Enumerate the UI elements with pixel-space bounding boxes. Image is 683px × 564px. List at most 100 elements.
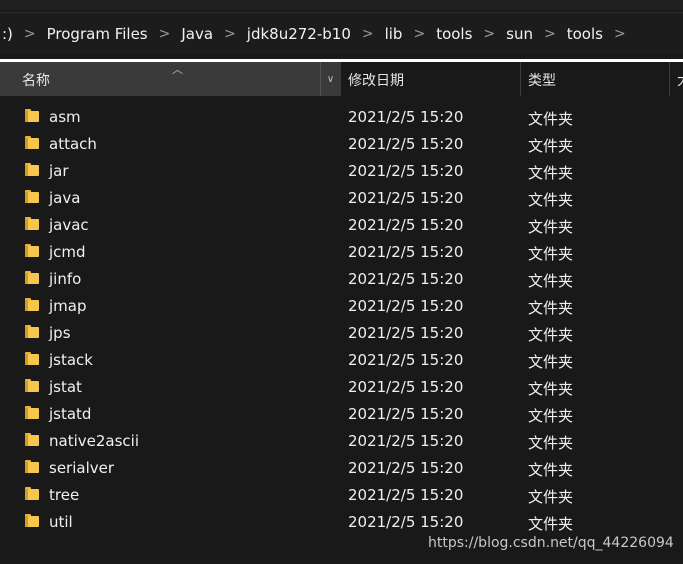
column-header-row: ︿ 名称 ∨ 修改日期 类型 大	[0, 62, 683, 96]
file-type: 文件夹	[528, 218, 574, 236]
column-header-name[interactable]: ︿ 名称 ∨	[0, 62, 341, 96]
file-date-modified: 2021/2/5 15:20	[348, 513, 464, 531]
file-name: jstat	[49, 378, 82, 396]
address-bar[interactable]: :) > Program Files > Java > jdk8u272-b10 > lib > t…	[0, 12, 683, 54]
breadcrumb-item[interactable]: Program Files	[45, 25, 150, 43]
file-date-modified: 2021/2/5 15:20	[348, 135, 464, 153]
file-row[interactable]: tree 2021/2/5 15:20 文件夹	[0, 481, 683, 508]
sort-ascending-icon: ︿	[172, 63, 183, 76]
file-row[interactable]: native2ascii 2021/2/5 15:20 文件夹	[0, 427, 683, 454]
file-row[interactable]: util 2021/2/5 15:20 文件夹	[0, 508, 683, 535]
breadcrumb-item[interactable]: Java	[179, 25, 215, 43]
file-date-modified: 2021/2/5 15:20	[348, 432, 464, 450]
chevron-down-icon[interactable]: ∨	[320, 62, 340, 96]
file-row[interactable]: java 2021/2/5 15:20 文件夹	[0, 184, 683, 211]
file-name: jmap	[49, 297, 87, 315]
file-type: 文件夹	[528, 434, 574, 452]
folder-icon	[25, 190, 40, 203]
file-date-modified: 2021/2/5 15:20	[348, 243, 464, 261]
file-type: 文件夹	[528, 137, 574, 155]
file-row[interactable]: jstack 2021/2/5 15:20 文件夹	[0, 346, 683, 373]
file-name: java	[49, 189, 81, 207]
file-name: jstatd	[49, 405, 92, 423]
file-name: jar	[49, 162, 69, 180]
file-row[interactable]: jar 2021/2/5 15:20 文件夹	[0, 157, 683, 184]
folder-icon	[25, 325, 40, 338]
folder-icon	[25, 514, 40, 527]
file-type: 文件夹	[528, 380, 574, 398]
file-type: 文件夹	[528, 191, 574, 209]
file-name: jps	[49, 324, 71, 342]
file-type: 文件夹	[528, 272, 574, 290]
folder-icon	[25, 379, 40, 392]
file-row[interactable]: jps 2021/2/5 15:20 文件夹	[0, 319, 683, 346]
file-row[interactable]: attach 2021/2/5 15:20 文件夹	[0, 130, 683, 157]
file-date-modified: 2021/2/5 15:20	[348, 189, 464, 207]
file-row[interactable]: jmap 2021/2/5 15:20 文件夹	[0, 292, 683, 319]
folder-icon	[25, 460, 40, 473]
file-type: 文件夹	[528, 488, 574, 506]
column-header-type-label: 类型	[528, 73, 556, 89]
file-name: native2ascii	[49, 432, 139, 450]
file-list: asm 2021/2/5 15:20 文件夹 attach 2021/2/5 15:20…	[0, 103, 683, 535]
file-type: 文件夹	[528, 407, 574, 425]
breadcrumb-item[interactable]: sun	[504, 25, 535, 43]
column-header-type[interactable]: 类型	[521, 62, 670, 96]
folder-icon	[25, 217, 40, 230]
folder-icon	[25, 163, 40, 176]
folder-icon	[25, 487, 40, 500]
column-header-size[interactable]: 大	[670, 62, 683, 96]
chevron-right-icon[interactable]: >	[159, 26, 171, 42]
breadcrumb: :) > Program Files > Java > jdk8u272-b10 > lib > t…	[0, 13, 635, 55]
column-header-name-label: 名称	[22, 73, 50, 89]
file-row[interactable]: jstatd 2021/2/5 15:20 文件夹	[0, 400, 683, 427]
breadcrumb-item[interactable]: tools	[565, 25, 605, 43]
file-date-modified: 2021/2/5 15:20	[348, 297, 464, 315]
file-row[interactable]: jcmd 2021/2/5 15:20 文件夹	[0, 238, 683, 265]
file-date-modified: 2021/2/5 15:20	[348, 486, 464, 504]
file-name: jcmd	[49, 243, 86, 261]
column-header-size-label: 大	[677, 70, 683, 90]
folder-icon	[25, 109, 40, 122]
chevron-right-icon[interactable]: >	[483, 26, 495, 42]
file-type: 文件夹	[528, 326, 574, 344]
file-row[interactable]: serialver 2021/2/5 15:20 文件夹	[0, 454, 683, 481]
breadcrumb-item[interactable]: jdk8u272-b10	[245, 25, 353, 43]
file-type: 文件夹	[528, 353, 574, 371]
folder-icon	[25, 433, 40, 446]
column-header-date[interactable]: 修改日期	[341, 62, 521, 96]
chevron-right-icon[interactable]: >	[614, 26, 626, 42]
file-date-modified: 2021/2/5 15:20	[348, 324, 464, 342]
breadcrumb-item[interactable]: lib	[383, 25, 405, 43]
file-name: javac	[49, 216, 89, 234]
folder-icon	[25, 244, 40, 257]
folder-icon	[25, 406, 40, 419]
file-name: jstack	[49, 351, 93, 369]
file-row[interactable]: jinfo 2021/2/5 15:20 文件夹	[0, 265, 683, 292]
file-name: jinfo	[49, 270, 82, 288]
file-type: 文件夹	[528, 515, 574, 533]
chevron-right-icon[interactable]: >	[362, 26, 374, 42]
chevron-right-icon[interactable]: >	[24, 26, 36, 42]
chevron-right-icon[interactable]: >	[544, 26, 556, 42]
file-type: 文件夹	[528, 299, 574, 317]
folder-icon	[25, 136, 40, 149]
breadcrumb-item[interactable]: :)	[0, 25, 15, 43]
file-type: 文件夹	[528, 461, 574, 479]
chevron-right-icon[interactable]: >	[413, 26, 425, 42]
title-strip	[0, 0, 683, 10]
file-name: serialver	[49, 459, 115, 477]
file-type: 文件夹	[528, 164, 574, 182]
file-date-modified: 2021/2/5 15:20	[348, 108, 464, 126]
file-type: 文件夹	[528, 110, 574, 128]
chevron-right-icon[interactable]: >	[224, 26, 236, 42]
file-row[interactable]: javac 2021/2/5 15:20 文件夹	[0, 211, 683, 238]
file-date-modified: 2021/2/5 15:20	[348, 270, 464, 288]
file-date-modified: 2021/2/5 15:20	[348, 162, 464, 180]
breadcrumb-item[interactable]: tools	[434, 25, 474, 43]
file-row[interactable]: jstat 2021/2/5 15:20 文件夹	[0, 373, 683, 400]
watermark: https://blog.csdn.net/qq_44226094	[428, 535, 674, 551]
file-row[interactable]: asm 2021/2/5 15:20 文件夹	[0, 103, 683, 130]
folder-icon	[25, 352, 40, 365]
folder-icon	[25, 271, 40, 284]
